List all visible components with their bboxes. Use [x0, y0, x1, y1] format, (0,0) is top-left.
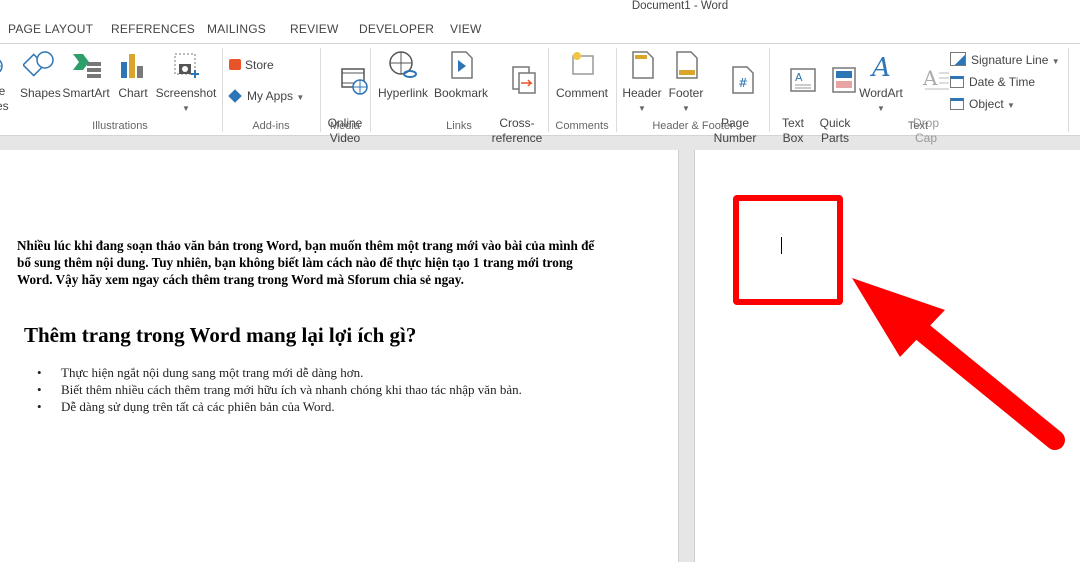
- comment-button[interactable]: Comment: [553, 48, 611, 101]
- group-separator: [548, 48, 549, 132]
- ribbon: ne res Shapes SmartArt Chart Screenshot …: [0, 43, 1080, 145]
- object-icon: [950, 98, 964, 110]
- group-separator: [320, 48, 321, 132]
- text-group-label: Text: [907, 120, 929, 132]
- tab-developer[interactable]: DEVELOPER: [359, 22, 434, 36]
- document-page-1[interactable]: Nhiều lúc khi đang soạn thảo văn bản tro…: [0, 150, 679, 562]
- shapes-label: Shapes: [20, 86, 61, 100]
- group-separator: [222, 48, 223, 132]
- footer-button[interactable]: Footer ▼: [666, 48, 706, 116]
- header-button[interactable]: Header ▼: [620, 48, 664, 116]
- comment-icon: [572, 52, 594, 75]
- signature-line-icon: [950, 52, 966, 66]
- hyperlink-icon: [389, 51, 417, 78]
- screenshot-icon: [174, 53, 199, 78]
- hyperlink-button[interactable]: Hyperlink: [376, 48, 430, 101]
- object-dropdown-caret[interactable]: ▼: [1007, 101, 1015, 110]
- addins-group-label: Add-ins: [252, 120, 290, 132]
- date-time-button[interactable]: Date & Time: [950, 75, 1035, 89]
- bookmark-button[interactable]: Bookmark: [433, 48, 489, 101]
- date-time-label: Date & Time: [969, 75, 1036, 89]
- calendar-icon: [950, 76, 964, 88]
- screenshot-dropdown-caret[interactable]: ▼: [153, 101, 219, 116]
- svg-text:#: #: [738, 76, 748, 90]
- my-apps-icon: [228, 89, 242, 103]
- page-number-icon: #: [731, 66, 754, 94]
- tab-review[interactable]: REVIEW: [290, 22, 339, 36]
- svg-text:A: A: [922, 66, 938, 90]
- screenshot-label: Screenshot: [155, 86, 217, 100]
- list-item: Thực hiện ngắt nội dung sang một trang m…: [37, 364, 522, 381]
- group-separator: [1068, 48, 1069, 132]
- chart-label: Chart: [118, 86, 148, 100]
- online-pictures-label-cut: ne res: [0, 84, 9, 113]
- online-pictures-button[interactable]: ne res: [0, 46, 12, 113]
- illustrations-group-label: Illustrations: [92, 120, 148, 132]
- header-dropdown-caret[interactable]: ▼: [620, 101, 664, 116]
- my-apps-label: My Apps: [247, 89, 294, 103]
- bookmark-label: Bookmark: [433, 86, 489, 100]
- intro-paragraph: Nhiều lúc khi đang soạn thảo văn bản tro…: [17, 238, 595, 287]
- quick-parts-icon: [832, 67, 857, 93]
- store-icon: [229, 59, 241, 70]
- my-apps-dropdown-caret[interactable]: ▼: [296, 93, 304, 102]
- chart-button[interactable]: Chart: [115, 48, 151, 101]
- group-separator: [616, 48, 617, 132]
- list-item: Dễ dàng sử dụng trên tất cả các phiên bả…: [37, 398, 522, 415]
- title-bar: Document1 - Word: [0, 0, 1080, 16]
- svg-text:A: A: [870, 53, 891, 82]
- comment-label: Comment: [555, 86, 608, 100]
- my-apps-button[interactable]: My Apps ▼: [228, 89, 304, 103]
- tab-references[interactable]: REFERENCES: [111, 22, 195, 36]
- store-button[interactable]: Store: [229, 58, 274, 72]
- wordart-icon: A: [870, 53, 891, 83]
- bookmark-icon: [451, 51, 473, 79]
- signature-line-label: Signature Line: [971, 53, 1049, 67]
- section-heading: Thêm trang trong Word mang lại lợi ích g…: [24, 323, 417, 347]
- tab-mailings[interactable]: MAILINGS: [207, 22, 266, 36]
- group-separator: [769, 48, 770, 132]
- window-title: Document1 - Word: [631, 0, 729, 12]
- online-video-icon: [341, 68, 369, 95]
- svg-text:A: A: [795, 71, 803, 84]
- media-group-label: Media: [330, 120, 360, 132]
- header-icon: [632, 51, 654, 79]
- drop-cap-icon: A: [922, 66, 950, 90]
- footer-label: Footer: [668, 86, 704, 100]
- list-item: Biết thêm nhiều cách thêm trang mới hữu …: [37, 381, 522, 398]
- wordart-button[interactable]: A WordArt ▼: [858, 48, 904, 116]
- highlight-box: [733, 195, 843, 305]
- smartart-button[interactable]: SmartArt: [61, 48, 111, 101]
- header-label: Header: [622, 86, 662, 100]
- wordart-dropdown-caret[interactable]: ▼: [858, 101, 904, 116]
- shapes-button[interactable]: Shapes: [20, 48, 61, 101]
- tab-page-layout[interactable]: PAGE LAYOUT: [8, 22, 93, 36]
- footer-dropdown-caret[interactable]: ▼: [666, 101, 706, 116]
- cross-reference-icon: [511, 66, 536, 94]
- object-label: Object: [969, 97, 1004, 111]
- wordart-label: WordArt: [859, 86, 903, 100]
- comments-group-label: Comments: [555, 120, 609, 132]
- pointer-arrow: [852, 278, 1065, 450]
- signature-line-button[interactable]: Signature Line ▼: [950, 52, 1060, 67]
- shapes-icon: [22, 51, 54, 77]
- header-footer-group-label: Header & Footer: [652, 120, 734, 132]
- object-button[interactable]: Object ▼: [950, 97, 1015, 111]
- tab-view[interactable]: VIEW: [450, 22, 481, 36]
- footer-icon: [676, 51, 698, 79]
- signature-line-dropdown-caret[interactable]: ▼: [1052, 57, 1060, 66]
- online-pictures-icon: [0, 59, 3, 73]
- screenshot-button[interactable]: Screenshot ▼: [153, 48, 219, 116]
- bullet-list: Thực hiện ngắt nội dung sang một trang m…: [37, 364, 522, 415]
- smartart-label: SmartArt: [62, 86, 110, 100]
- store-label: Store: [245, 58, 274, 72]
- text-cursor: [781, 237, 782, 254]
- links-group-label: Links: [446, 120, 472, 132]
- chart-icon: [121, 54, 143, 78]
- hyperlink-label: Hyperlink: [377, 86, 428, 100]
- smartart-icon: [73, 54, 101, 78]
- group-separator: [370, 48, 371, 132]
- ribbon-tabs: PAGE LAYOUT REFERENCES MAILINGS REVIEW D…: [0, 16, 1080, 43]
